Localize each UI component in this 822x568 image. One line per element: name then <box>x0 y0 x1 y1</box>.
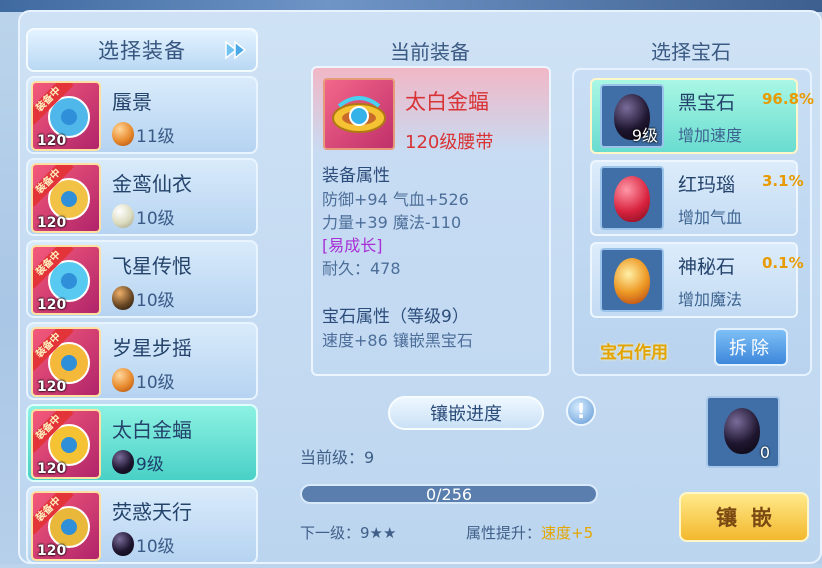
gem-icon <box>112 450 134 474</box>
equipment-level: 120 <box>37 215 67 231</box>
current-equipment-card: 太白金蝠 120级腰带 装备属性 防御+94 气血+526 力量+39 魔法-1… <box>311 66 551 376</box>
attribute-line: 力量+39 魔法-110 <box>322 213 462 232</box>
equipment-icon: 装备中 120 <box>31 163 101 233</box>
equipment-icon: 装备中 120 <box>31 245 101 315</box>
gem-level: 9级 <box>136 455 164 475</box>
attributes-heading: 装备属性 <box>322 166 390 186</box>
belt-icon <box>323 78 395 150</box>
next-level-text: 下一级：9★★ <box>300 524 397 542</box>
durability: 耐久：478 <box>322 259 401 278</box>
gem-name: 红玛瑙 <box>678 174 736 196</box>
gem-attribute-line: 速度+86 镶嵌黑宝石 <box>322 331 473 350</box>
red-agate-icon <box>600 166 664 230</box>
equipment-name: 金鸾仙衣 <box>112 172 192 196</box>
current-equipment-title: 当前装备 <box>390 40 470 64</box>
equipment-level: 120 <box>37 297 67 313</box>
inlay-progress-title: 镶嵌进度 <box>388 396 544 430</box>
equipment-name: 太白金蝠 <box>112 418 192 442</box>
gem-level: 10级 <box>136 373 175 393</box>
remove-button[interactable]: 拆除 <box>714 328 788 366</box>
gem-card-mystery[interactable]: 神秘石 0.1% 增加魔法 <box>590 242 804 318</box>
black-gem-stone <box>724 408 760 454</box>
mystery-stone-icon <box>600 248 664 312</box>
attribute-increase-label: 属性提升： <box>466 524 542 542</box>
select-equipment-title: 选择装备 <box>98 39 186 63</box>
gem-card-red[interactable]: 红玛瑙 3.1% 增加气血 <box>590 160 804 236</box>
double-arrow-right-icon[interactable] <box>222 36 250 64</box>
gem-icon <box>112 532 134 556</box>
equipment-name: 太白金蝠 <box>405 90 489 114</box>
equipment-item[interactable]: 装备中 120 飞星传恨 10级 <box>26 240 258 318</box>
gem-usage-link[interactable]: 宝石作用 <box>600 338 668 363</box>
equipment-item[interactable]: 装备中 120 蜃景 11级 <box>26 76 258 154</box>
select-gem-title: 选择宝石 <box>651 40 731 64</box>
attribute-line: 防御+94 气血+526 <box>322 190 469 209</box>
gem-icon <box>112 368 134 392</box>
equipment-level: 120 <box>37 461 67 477</box>
equipment-item[interactable]: 装备中 120 岁星步摇 10级 <box>26 322 258 400</box>
equipment-icon: 装备中 120 <box>31 81 101 151</box>
attribute-increase-value: 速度+5 <box>541 524 594 542</box>
gem-attributes: 宝石属性（等级9） 速度+86 镶嵌黑宝石 <box>322 306 473 352</box>
gem-name: 黑宝石 <box>678 92 736 114</box>
gem-icon <box>112 122 134 146</box>
equipment-level: 120 <box>37 543 67 559</box>
gem-level: 9级 <box>631 126 658 145</box>
current-level-text: 当前级：9 <box>300 448 375 467</box>
info-exclamation-icon[interactable]: ! <box>566 396 596 426</box>
progress-bar: 0/256 <box>300 484 598 504</box>
select-equipment-header: 选择装备 <box>26 28 258 72</box>
gem-card-black[interactable]: 9级 黑宝石 96.8% 增加速度 <box>590 78 814 154</box>
progress-bar-text: 0/256 <box>425 485 473 504</box>
equipment-icon: 装备中 120 <box>31 491 101 561</box>
equipment-item[interactable]: 装备中 120 太白金蝠 9级 <box>26 404 258 482</box>
gem-effect: 增加魔法 <box>678 290 743 309</box>
equipment-name: 蜃景 <box>112 90 152 114</box>
equipment-name: 岁星步摇 <box>112 336 192 360</box>
result-gem-slot[interactable]: 0 <box>706 396 780 468</box>
equipment-list: 装备中 120 蜃景 11级 装备中 120 金鸾仙衣 10级 装备中 120 飞星传恨 10级 装备中… <box>26 76 260 568</box>
equipment-name: 荧惑天行 <box>112 500 192 524</box>
equipment-attributes: 装备属性 防御+94 气血+526 力量+39 魔法-110 [易成长] 耐久：… <box>322 165 469 280</box>
equipment-level: 120 <box>37 379 67 395</box>
black-gem-icon: 9级 <box>600 84 664 148</box>
gem-icon <box>112 286 134 310</box>
inlay-button[interactable]: 镶嵌 <box>679 492 809 542</box>
equipment-icon: 装备中 120 <box>31 327 101 397</box>
mystery-stone <box>614 258 650 304</box>
attribute-increase: 属性提升：速度+5 <box>466 522 593 543</box>
gem-icon <box>112 204 134 228</box>
equipment-item[interactable]: 装备中 120 金鸾仙衣 10级 <box>26 158 258 236</box>
gem-level: 10级 <box>136 537 175 557</box>
gem-percent: 96.8% <box>762 90 815 108</box>
gem-level: 10级 <box>136 209 175 229</box>
gem-attributes-heading: 宝石属性（等级9） <box>322 307 469 327</box>
gem-effect: 增加速度 <box>678 126 743 145</box>
equipment-type: 120级腰带 <box>405 132 494 153</box>
red-agate-stone <box>614 176 650 222</box>
gem-level: 11级 <box>136 127 175 147</box>
gem-name: 神秘石 <box>678 256 736 278</box>
gem-percent: 0.1% <box>762 254 804 272</box>
result-gem-count: 0 <box>759 443 770 462</box>
equipment-item[interactable]: 装备中 120 荧惑天行 10级 <box>26 486 258 564</box>
equipment-icon: 装备中 120 <box>31 409 101 479</box>
special-trait: [易成长] <box>322 236 383 255</box>
gem-percent: 3.1% <box>762 172 804 190</box>
gem-level: 10级 <box>136 291 175 311</box>
equipment-name: 飞星传恨 <box>112 254 192 278</box>
equipment-level: 120 <box>37 133 67 149</box>
gem-effect: 增加气血 <box>678 208 743 227</box>
gem-panel: 9级 黑宝石 96.8% 增加速度 红玛瑙 3.1% 增加气血 神秘石 0.1%… <box>572 68 814 376</box>
